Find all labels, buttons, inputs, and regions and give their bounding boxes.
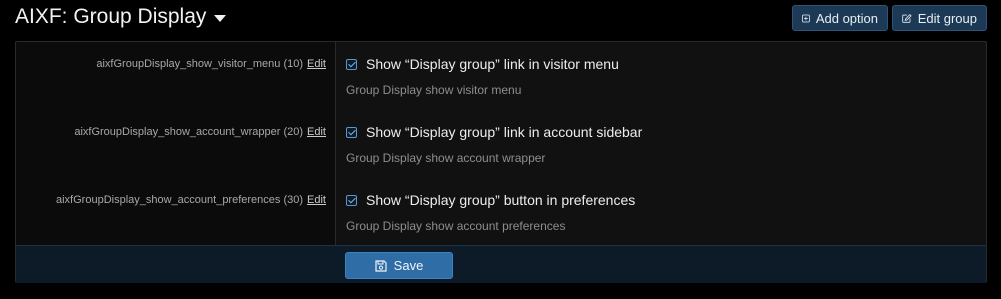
- page-title-text[interactable]: AIXF: Group Display: [15, 5, 206, 29]
- caret-down-icon[interactable]: [214, 15, 227, 22]
- option-key-label: aixfGroupDisplay_show_account_preference…: [56, 194, 326, 206]
- option-checkbox-row[interactable]: Show “Display group” button in preferenc…: [346, 192, 635, 208]
- save-icon: [375, 259, 387, 272]
- checkbox-label[interactable]: Show “Display group” link in account sid…: [366, 124, 642, 140]
- save-label: Save: [393, 258, 424, 273]
- option-edit-link[interactable]: Edit: [307, 194, 326, 206]
- page-header: AIXF: Group Display Add option Edit grou…: [0, 0, 1001, 38]
- checkbox-checked-icon[interactable]: [346, 194, 357, 206]
- option-edit-link[interactable]: Edit: [307, 126, 326, 138]
- option-hint: Group Display show account wrapper: [346, 151, 546, 165]
- options-panel: aixfGroupDisplay_show_visitor_menu (10) E…: [15, 41, 987, 283]
- option-hint: Group Display show visitor menu: [346, 83, 522, 97]
- checkbox-checked-icon[interactable]: [346, 126, 357, 138]
- option-row: aixfGroupDisplay_show_visitor_menu (10) E…: [16, 42, 986, 110]
- edit-group-label: Edit group: [917, 10, 977, 26]
- option-checkbox-row[interactable]: Show “Display group” link in account sid…: [346, 124, 642, 140]
- add-option-label: Add option: [815, 10, 878, 26]
- option-key-label: aixfGroupDisplay_show_visitor_menu (10) E…: [96, 58, 326, 70]
- option-key-label: aixfGroupDisplay_show_account_wrapper (2…: [74, 126, 326, 138]
- edit-icon: [902, 13, 912, 23]
- option-hint: Group Display show account preferences: [346, 219, 566, 233]
- option-key: aixfGroupDisplay_show_account_wrapper (2…: [74, 126, 304, 138]
- option-key: aixfGroupDisplay_show_visitor_menu (10): [96, 58, 304, 70]
- options-list: aixfGroupDisplay_show_visitor_menu (10) E…: [16, 42, 986, 245]
- option-edit-link[interactable]: Edit: [307, 58, 326, 70]
- option-row: aixfGroupDisplay_show_account_wrapper (2…: [16, 110, 986, 178]
- option-row: aixfGroupDisplay_show_account_preference…: [16, 178, 986, 246]
- option-checkbox-row[interactable]: Show “Display group” link in visitor men…: [346, 56, 619, 72]
- page-title[interactable]: AIXF: Group Display: [15, 5, 227, 29]
- checkbox-label[interactable]: Show “Display group” link in visitor men…: [366, 56, 619, 72]
- save-button[interactable]: Save: [345, 252, 453, 279]
- option-key: aixfGroupDisplay_show_account_preference…: [56, 194, 304, 206]
- edit-group-button[interactable]: Edit group: [892, 5, 987, 31]
- plus-square-icon: [802, 14, 810, 22]
- add-option-button[interactable]: Add option: [792, 5, 888, 31]
- checkbox-checked-icon[interactable]: [346, 58, 357, 70]
- form-footer: Save: [16, 245, 986, 283]
- checkbox-label[interactable]: Show “Display group” button in preferenc…: [366, 192, 635, 208]
